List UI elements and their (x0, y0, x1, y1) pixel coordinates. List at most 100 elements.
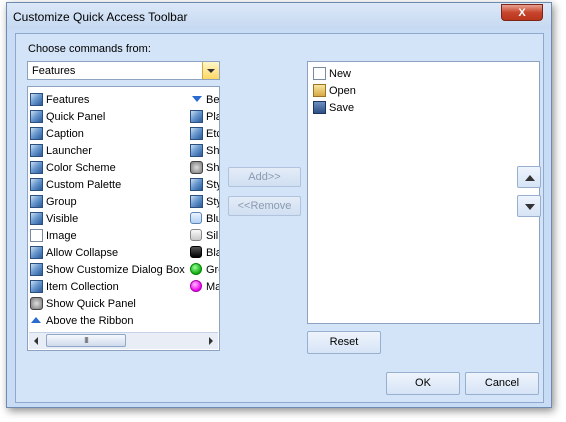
list-item[interactable]: Caption (30, 126, 190, 143)
list-item[interactable]: Color Scheme (30, 160, 190, 177)
ok-button[interactable]: OK (386, 372, 460, 395)
document-icon (30, 229, 43, 242)
list-item-label: Gre (206, 264, 219, 276)
list-item-label: Allow Collapse (46, 247, 119, 259)
picture-icon (30, 178, 43, 191)
picture-icon (30, 93, 43, 106)
picture-icon (190, 127, 203, 140)
toolbar-items-list[interactable]: New Open Save (307, 61, 540, 324)
dialog-title: Customize Quick Access Toolbar (13, 10, 188, 24)
list-item[interactable]: Image (30, 228, 190, 245)
quick-panel-icon (190, 161, 203, 174)
picture-icon (30, 212, 43, 225)
list-item-label: Show Customize Dialog Box (46, 264, 185, 276)
list-item[interactable]: Custom Palette (30, 177, 190, 194)
picture-icon (30, 195, 43, 208)
list-item-label: Open (329, 85, 356, 97)
list-item-label: Save (329, 102, 355, 114)
list-item-label: Ma (206, 281, 220, 293)
list-item-label: Sha (206, 145, 220, 157)
list-item-label: Bla (206, 247, 219, 259)
list-item[interactable]: New (310, 66, 356, 83)
list-item[interactable]: Visible (30, 211, 190, 228)
list-item[interactable]: Sty (190, 194, 219, 211)
remove-button[interactable]: <<Remove (228, 196, 301, 216)
list-item[interactable]: Launcher (30, 143, 190, 160)
list-item-label: Blu (206, 213, 219, 225)
list-item[interactable]: Quick Panel (30, 109, 190, 126)
chevron-down-icon[interactable] (202, 62, 219, 79)
list-item[interactable]: Above the Ribbon (30, 313, 190, 330)
list-item-label: Pla (206, 111, 219, 123)
list-item-label: Group (46, 196, 77, 208)
list-item[interactable]: Blu (190, 211, 219, 228)
list-item[interactable]: Bla (190, 245, 219, 262)
picture-icon (190, 110, 203, 123)
list-item[interactable]: Show Quick Panel (30, 296, 190, 313)
list-item[interactable]: Sha (190, 143, 220, 160)
list-item[interactable]: Sho (190, 160, 220, 177)
list-item-label: Sty (206, 196, 219, 208)
list-item[interactable]: Etc (190, 126, 219, 143)
list-item[interactable]: Item Collection (30, 279, 190, 296)
magenta-swatch-icon (190, 280, 202, 292)
list-item-label: Image (46, 230, 77, 242)
list-item[interactable]: Sty (190, 177, 219, 194)
list-item[interactable]: Save (310, 100, 356, 117)
list-item[interactable]: Features (30, 92, 190, 109)
list-item[interactable]: Allow Collapse (30, 245, 190, 262)
scroll-right-icon[interactable] (202, 333, 218, 349)
list-item[interactable]: Ma (190, 279, 220, 296)
list-item-label: Launcher (46, 145, 92, 157)
scroll-thumb[interactable]: III (46, 334, 126, 347)
list-item[interactable]: Gre (190, 262, 219, 279)
triangle-up-icon (31, 317, 41, 323)
scroll-left-icon[interactable] (29, 333, 45, 349)
list-item-label: Show Quick Panel (46, 298, 136, 310)
picture-icon (30, 246, 43, 259)
commands-source-combo[interactable]: Features (27, 61, 220, 80)
commands-list[interactable]: Features Quick Panel Caption Launcher Color … (27, 86, 220, 351)
black-swatch-icon (190, 246, 202, 258)
picture-icon (30, 110, 43, 123)
combo-value: Features (32, 65, 76, 77)
cancel-button[interactable]: Cancel (465, 372, 539, 395)
document-icon (313, 67, 326, 80)
close-button[interactable]: X (501, 4, 543, 21)
choose-commands-label: Choose commands from: (28, 43, 151, 55)
list-item-label: Visible (46, 213, 79, 225)
list-item[interactable]: Bel (190, 92, 220, 109)
move-up-button[interactable] (517, 166, 541, 188)
list-item[interactable]: Open (310, 83, 356, 100)
list-item-label: Bel (206, 94, 220, 106)
list-item-label: Features (46, 94, 90, 106)
list-item-label: Sho (206, 162, 220, 174)
customize-qat-dialog: Customize Quick Access Toolbar X Choose … (6, 2, 552, 408)
list-item-label: Sil (206, 230, 219, 242)
title-bar[interactable]: Customize Quick Access Toolbar X (7, 3, 551, 29)
triangle-down-icon (192, 96, 202, 102)
quick-panel-icon (30, 297, 43, 310)
list-item-label: Above the Ribbon (46, 315, 134, 327)
picture-icon (190, 195, 203, 208)
list-item-label: New (329, 68, 352, 80)
list-item[interactable]: Pla (190, 109, 219, 126)
commands-column-1: Features Quick Panel Caption Launcher Color … (30, 92, 190, 330)
horizontal-scrollbar[interactable]: III (29, 332, 218, 349)
picture-icon (190, 178, 203, 191)
reset-button[interactable]: Reset (307, 331, 381, 354)
list-item-label: Sty (206, 179, 219, 191)
move-down-button[interactable] (517, 195, 541, 217)
list-item-label: Caption (46, 128, 84, 140)
list-item[interactable]: Show Customize Dialog Box (30, 262, 190, 279)
picture-icon (190, 144, 203, 157)
list-item[interactable]: Group (30, 194, 190, 211)
add-button[interactable]: Add>> (228, 167, 301, 187)
list-item[interactable]: Sil (190, 228, 219, 245)
silver-swatch-icon (190, 229, 202, 241)
dialog-content: Choose commands from: Features Features Q… (15, 33, 544, 403)
picture-icon (30, 127, 43, 140)
list-item-label: Item Collection (46, 281, 119, 293)
list-item-label: Quick Panel (46, 111, 106, 123)
blue-swatch-icon (190, 212, 202, 224)
